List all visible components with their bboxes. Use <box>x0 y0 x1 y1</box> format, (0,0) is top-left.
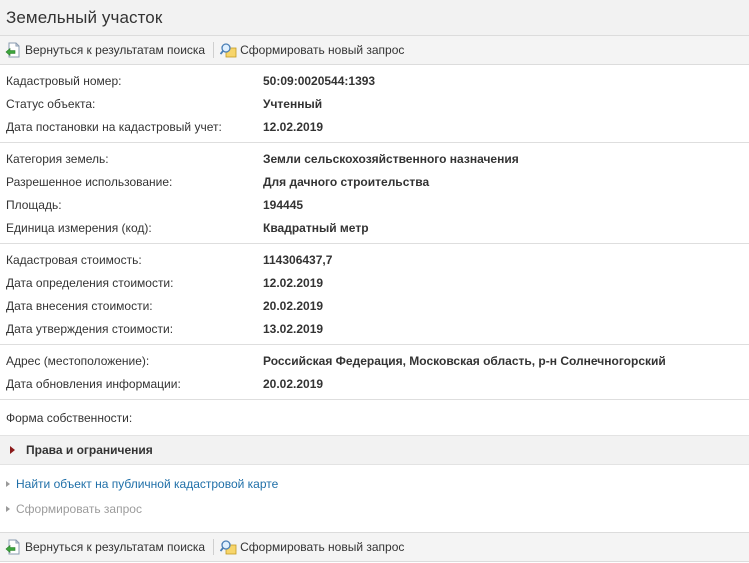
field-label: Статус объекта: <box>6 96 96 111</box>
field-row-value-entry-date: Дата внесения стоимости: 20.02.2019 <box>0 294 749 317</box>
field-value: 13.02.2019 <box>263 321 324 336</box>
field-row-ownership-form: Форма собственности: <box>0 406 749 429</box>
triangle-right-icon <box>10 446 15 454</box>
new-query-icon <box>219 539 237 555</box>
object-details: Кадастровый номер: 50:09:0020544:1393 Ст… <box>0 65 749 435</box>
field-value: 194445 <box>263 197 304 212</box>
field-row-cadastral-number: Кадастровый номер: 50:09:0020544:1393 <box>0 69 749 92</box>
field-value: Учтенный <box>263 96 323 111</box>
title-bar: Земельный участок <box>0 0 749 36</box>
field-label: Кадастровая стоимость: <box>6 252 142 267</box>
field-value: 20.02.2019 <box>263 376 324 391</box>
field-value: 114306437,7 <box>263 252 333 267</box>
toolbar-divider <box>213 42 215 58</box>
field-row-valuation-date: Дата определения стоимости: 12.02.2019 <box>0 271 749 294</box>
arrow-right-icon <box>6 505 10 512</box>
valuation-group: Кадастровая стоимость: 114306437,7 Дата … <box>0 244 749 345</box>
field-label: Единица измерения (код): <box>6 220 152 235</box>
field-label: Адрес (местоположение): <box>6 353 150 368</box>
rights-section-label: Права и ограничения <box>26 443 153 457</box>
back-to-results-label: Вернуться к результатам поиска <box>25 540 206 554</box>
public-map-link[interactable]: Найти объект на публичной кадастровой ка… <box>6 471 749 496</box>
land-use-group: Категория земель: Земли сельскохозяйстве… <box>0 143 749 244</box>
field-value: 12.02.2019 <box>263 275 324 290</box>
field-label: Форма собственности: <box>6 410 133 425</box>
address-group: Адрес (местоположение): Российская Федер… <box>0 345 749 400</box>
field-row-address: Адрес (местоположение): Российская Федер… <box>0 349 749 372</box>
field-row-value-approval-date: Дата утверждения стоимости: 13.02.2019 <box>0 317 749 340</box>
field-row-area: Площадь: 194445 <box>0 193 749 216</box>
new-query-button[interactable]: Сформировать новый запрос <box>219 539 410 555</box>
field-label: Дата определения стоимости: <box>6 275 174 290</box>
back-to-results-label: Вернуться к результатам поиска <box>25 43 206 57</box>
field-label: Дата утверждения стоимости: <box>6 321 174 336</box>
top-toolbar: Вернуться к результатам поиска Сформиров… <box>0 36 749 65</box>
field-value: Российская Федерация, Московская область… <box>263 353 666 368</box>
field-row-unit: Единица измерения (код): Квадратный метр <box>0 216 749 239</box>
field-value: 50:09:0020544:1393 <box>263 73 376 88</box>
field-label: Категория земель: <box>6 151 109 166</box>
public-map-link-label: Найти объект на публичной кадастровой ка… <box>16 476 279 491</box>
field-row-update-date: Дата обновления информации: 20.02.2019 <box>0 372 749 395</box>
action-links: Найти объект на публичной кадастровой ка… <box>0 465 749 525</box>
new-query-button[interactable]: Сформировать новый запрос <box>219 42 410 58</box>
arrow-right-icon <box>6 480 10 487</box>
field-row-cadastral-value: Кадастровая стоимость: 114306437,7 <box>0 248 749 271</box>
new-query-label: Сформировать новый запрос <box>240 43 405 57</box>
form-request-link[interactable]: Сформировать запрос <box>6 496 749 521</box>
back-to-results-button[interactable]: Вернуться к результатам поиска <box>5 42 211 58</box>
ownership-group: Форма собственности: <box>0 400 749 435</box>
field-row-land-category: Категория земель: Земли сельскохозяйстве… <box>0 147 749 170</box>
toolbar-divider <box>213 539 215 555</box>
field-label: Дата постановки на кадастровый учет: <box>6 119 222 134</box>
bottom-toolbar: Вернуться к результатам поиска Сформиров… <box>0 532 749 562</box>
rights-and-restrictions-toggle[interactable]: Права и ограничения <box>0 435 749 465</box>
back-document-icon <box>5 539 22 555</box>
new-query-icon <box>219 42 237 58</box>
field-row-permitted-use: Разрешенное использование: Для дачного с… <box>0 170 749 193</box>
field-value: Квадратный метр <box>263 220 369 235</box>
page-title: Земельный участок <box>6 7 163 27</box>
field-value: 12.02.2019 <box>263 119 324 134</box>
field-row-registration-date: Дата постановки на кадастровый учет: 12.… <box>0 115 749 138</box>
back-document-icon <box>5 42 22 58</box>
field-label: Разрешенное использование: <box>6 174 173 189</box>
field-row-status: Статус объекта: Учтенный <box>0 92 749 115</box>
field-label: Дата обновления информации: <box>6 376 181 391</box>
land-plot-page: Земельный участок Вернуться к результата… <box>0 0 749 563</box>
form-request-link-label: Сформировать запрос <box>16 501 142 516</box>
field-value: 20.02.2019 <box>263 298 324 313</box>
field-value: Для дачного строительства <box>263 174 430 189</box>
back-to-results-button[interactable]: Вернуться к результатам поиска <box>5 539 211 555</box>
field-label: Кадастровый номер: <box>6 73 122 88</box>
new-query-label: Сформировать новый запрос <box>240 540 405 554</box>
registration-group: Кадастровый номер: 50:09:0020544:1393 Ст… <box>0 65 749 143</box>
field-value: Земли сельскохозяйственного назначения <box>263 151 519 166</box>
field-label: Дата внесения стоимости: <box>6 298 153 313</box>
field-label: Площадь: <box>6 197 62 212</box>
